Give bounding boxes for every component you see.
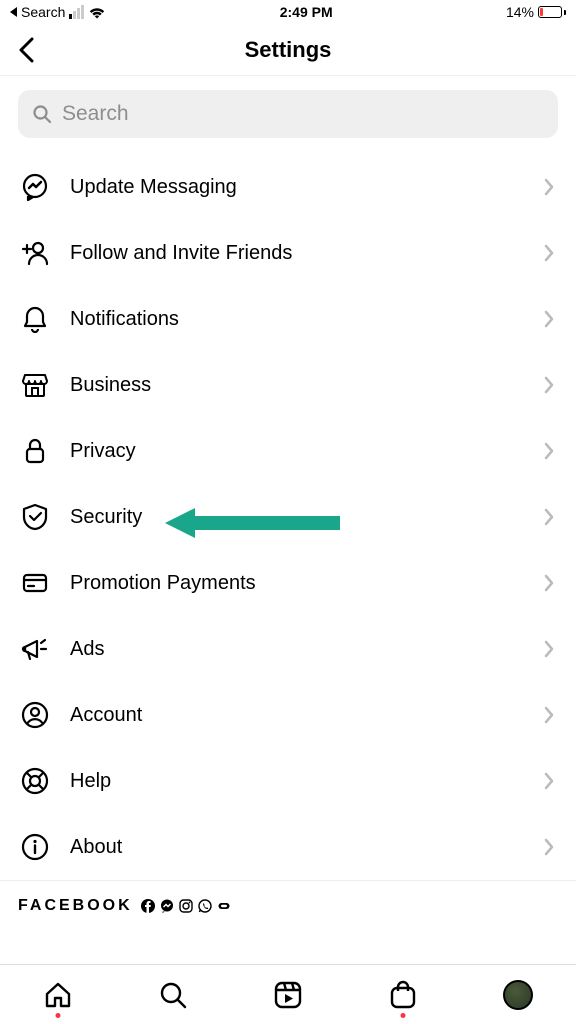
settings-item-security[interactable]: Security: [0, 484, 576, 550]
instagram-brand-icon: [179, 899, 194, 914]
battery-icon: [538, 6, 566, 18]
tab-reels[interactable]: [271, 978, 305, 1012]
settings-item-promotion-payments[interactable]: Promotion Payments: [0, 550, 576, 616]
chevron-right-icon: [544, 375, 556, 395]
settings-item-label: Account: [70, 704, 524, 727]
avatar: [503, 980, 533, 1010]
search-box[interactable]: [18, 90, 558, 138]
search-input[interactable]: [62, 102, 544, 126]
tab-shop[interactable]: [386, 978, 420, 1012]
whatsapp-brand-icon: [198, 899, 213, 914]
account-icon: [20, 700, 50, 730]
footer-branding: FACEBOOK: [0, 881, 576, 923]
settings-item-follow-invite[interactable]: Follow and Invite Friends: [0, 220, 576, 286]
chevron-right-icon: [544, 441, 556, 461]
messenger-brand-icon: [160, 899, 175, 914]
settings-item-account[interactable]: Account: [0, 682, 576, 748]
wifi-icon: [88, 6, 106, 19]
brand-text: FACEBOOK: [18, 897, 133, 915]
credit-card-icon: [20, 568, 50, 598]
help-icon: [20, 766, 50, 796]
settings-item-privacy[interactable]: Privacy: [0, 418, 576, 484]
settings-item-label: About: [70, 836, 524, 859]
tab-home[interactable]: [41, 978, 75, 1012]
chevron-right-icon: [544, 771, 556, 791]
back-button[interactable]: [12, 36, 40, 64]
settings-item-business[interactable]: Business: [0, 352, 576, 418]
chevron-right-icon: [544, 705, 556, 725]
status-bar: Search 2:49 PM 14%: [0, 0, 576, 24]
notification-dot: [401, 1013, 406, 1018]
tab-bar: [0, 964, 576, 1024]
tab-search[interactable]: [156, 978, 190, 1012]
settings-item-update-messaging[interactable]: Update Messaging: [0, 154, 576, 220]
page-header: Settings: [0, 24, 576, 76]
facebook-icon: [141, 899, 156, 914]
back-to-app-icon[interactable]: [10, 7, 17, 17]
shield-check-icon: [20, 502, 50, 532]
lock-icon: [20, 436, 50, 466]
settings-item-label: Privacy: [70, 440, 524, 463]
messenger-icon: [20, 172, 50, 202]
add-person-icon: [20, 238, 50, 268]
settings-item-label: Promotion Payments: [70, 572, 524, 595]
chevron-right-icon: [544, 507, 556, 527]
settings-item-label: Ads: [70, 638, 524, 661]
cellular-signal-icon: [69, 5, 84, 19]
settings-item-label: Security: [70, 506, 524, 529]
chevron-right-icon: [544, 639, 556, 659]
chevron-right-icon: [544, 243, 556, 263]
settings-item-label: Help: [70, 770, 524, 793]
oculus-brand-icon: [217, 899, 232, 914]
chevron-right-icon: [544, 309, 556, 329]
settings-item-ads[interactable]: Ads: [0, 616, 576, 682]
chevron-right-icon: [544, 573, 556, 593]
page-title: Settings: [245, 37, 332, 63]
info-icon: [20, 832, 50, 862]
battery-percent: 14%: [506, 4, 534, 20]
notification-dot: [55, 1013, 60, 1018]
settings-list: Update Messaging Follow and Invite Frien…: [0, 148, 576, 923]
status-time: 2:49 PM: [280, 4, 333, 20]
chevron-right-icon: [544, 177, 556, 197]
settings-item-help[interactable]: Help: [0, 748, 576, 814]
tab-profile[interactable]: [501, 978, 535, 1012]
storefront-icon: [20, 370, 50, 400]
settings-item-label: Business: [70, 374, 524, 397]
settings-item-label: Follow and Invite Friends: [70, 242, 524, 265]
settings-item-about[interactable]: About: [0, 814, 576, 880]
bell-icon: [20, 304, 50, 334]
settings-item-label: Update Messaging: [70, 176, 524, 199]
settings-item-label: Notifications: [70, 308, 524, 331]
back-to-app-label[interactable]: Search: [21, 4, 65, 20]
settings-item-notifications[interactable]: Notifications: [0, 286, 576, 352]
search-icon: [32, 104, 52, 124]
megaphone-icon: [20, 634, 50, 664]
chevron-right-icon: [544, 837, 556, 857]
